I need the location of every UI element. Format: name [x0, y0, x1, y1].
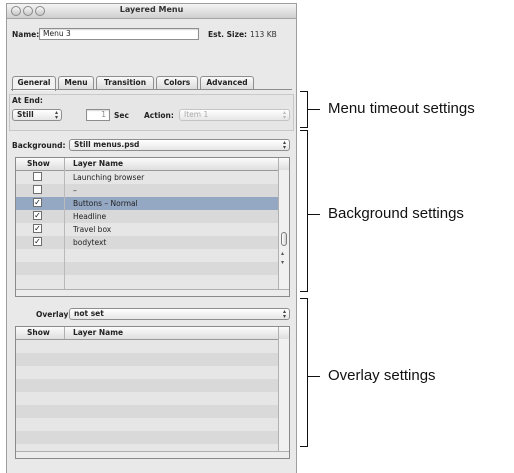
table-row-empty [16, 249, 279, 262]
column-separator [64, 327, 65, 339]
table-row[interactable]: Launching browser [16, 171, 279, 184]
action-value: Item 1 [184, 110, 209, 119]
table-row-empty [16, 392, 279, 405]
tab-divider [11, 89, 292, 90]
overlay-label: Overlay: [36, 310, 72, 319]
show-checkbox[interactable] [33, 172, 42, 181]
vertical-scrollbar[interactable]: ▴ ▾ [278, 170, 289, 289]
table-row[interactable]: ✓ bodytext [16, 236, 279, 249]
background-tick [308, 214, 320, 215]
name-label: Name: [12, 30, 40, 39]
column-separator [278, 158, 279, 170]
window-title: Layered Menu [119, 5, 184, 14]
show-checkbox[interactable] [33, 185, 42, 194]
scroll-thumb[interactable] [281, 232, 287, 246]
layer-name: bodytext [73, 238, 107, 247]
table-header: Show Layer Name [16, 327, 289, 340]
popup-arrows-icon: ▴ ▾ [282, 308, 286, 320]
background-label: Background: [12, 141, 66, 150]
overlay-bracket [300, 298, 308, 447]
column-layer-name[interactable]: Layer Name [73, 327, 123, 339]
show-checkbox-checked[interactable]: ✓ [33, 224, 42, 233]
table-row-empty [16, 366, 279, 379]
show-checkbox-checked[interactable]: ✓ [33, 198, 42, 207]
action-popup[interactable]: Item 1 ▴ ▾ [179, 109, 290, 121]
timeout-seconds-field[interactable]: 1 [86, 109, 110, 121]
tab-colors[interactable]: Colors [156, 76, 198, 90]
table-row-empty [16, 340, 279, 353]
menu-timeout-tick [308, 109, 320, 110]
table-row-empty [16, 262, 279, 275]
table-row[interactable]: ✓ Headline [16, 210, 279, 223]
layered-menu-window: Layered Menu Name: Menu 3 Est. Size: 113… [6, 3, 297, 473]
at-end-mode-popup[interactable]: Still ▴ ▾ [12, 109, 62, 121]
at-end-label: At End: [12, 96, 43, 105]
tab-advanced[interactable]: Advanced [200, 76, 254, 90]
overlay-tick [308, 376, 320, 377]
popup-arrows-icon: ▴ ▾ [282, 109, 286, 121]
table-row-empty [16, 431, 279, 444]
layer-name: Headline [73, 212, 107, 221]
title-bar: Layered Menu [7, 4, 296, 19]
layer-name: – [73, 186, 77, 195]
table-row-empty [16, 379, 279, 392]
table-row-empty [16, 418, 279, 431]
layer-name: Launching browser [73, 173, 145, 182]
show-checkbox-checked[interactable]: ✓ [33, 237, 42, 246]
table-row[interactable]: – [16, 184, 279, 197]
table-header: Show Layer Name [16, 158, 289, 171]
menu-name-field[interactable]: Menu 3 [39, 28, 199, 40]
column-separator [64, 158, 65, 170]
menu-timeout-callout: Menu timeout settings [328, 100, 475, 117]
overlay-value: not set [74, 309, 104, 318]
background-bracket [300, 130, 308, 292]
column-separator [278, 327, 279, 339]
layer-name: Buttons – Normal [73, 199, 138, 208]
popup-arrows-icon: ▴ ▾ [282, 139, 286, 151]
table-row[interactable]: ✓ Travel box [16, 223, 279, 236]
layer-name: Travel box [73, 225, 112, 234]
est-size-value: 113 KB [250, 30, 277, 39]
table-row-selected[interactable]: ✓ Buttons – Normal [16, 197, 279, 210]
column-show[interactable]: Show [27, 158, 50, 170]
column-layer-name[interactable]: Layer Name [73, 158, 123, 170]
tab-transition[interactable]: Transition [96, 76, 154, 90]
background-value: Still menus.psd [74, 140, 140, 149]
horizontal-scrollbar[interactable] [16, 451, 289, 458]
tab-menu[interactable]: Menu [58, 76, 94, 90]
scroll-up-arrow-icon[interactable]: ▴ [281, 250, 284, 257]
background-callout: Background settings [328, 205, 464, 222]
est-size-label: Est. Size: [208, 30, 248, 39]
overlay-popup[interactable]: not set ▴ ▾ [69, 308, 290, 320]
column-divider [64, 170, 65, 296]
overlay-layers-table: Show Layer Name [15, 326, 290, 459]
scroll-down-arrow-icon[interactable]: ▾ [281, 259, 284, 266]
at-end-mode-value: Still [17, 110, 34, 119]
horizontal-scrollbar[interactable] [16, 289, 289, 296]
table-row-empty [16, 275, 279, 289]
background-layers-table: Show Layer Name Launching browser – ✓ Bu… [15, 157, 290, 297]
table-row-empty [16, 353, 279, 366]
action-label: Action: [144, 111, 174, 120]
background-popup[interactable]: Still menus.psd ▴ ▾ [69, 139, 290, 151]
popup-arrows-icon: ▴ ▾ [54, 109, 58, 121]
sec-label: Sec [114, 111, 129, 120]
vertical-scrollbar[interactable] [278, 339, 289, 451]
column-show[interactable]: Show [27, 327, 50, 339]
overlay-callout: Overlay settings [328, 367, 436, 384]
table-row-empty [16, 405, 279, 418]
show-checkbox-checked[interactable]: ✓ [33, 211, 42, 220]
menu-timeout-bracket [300, 91, 308, 128]
